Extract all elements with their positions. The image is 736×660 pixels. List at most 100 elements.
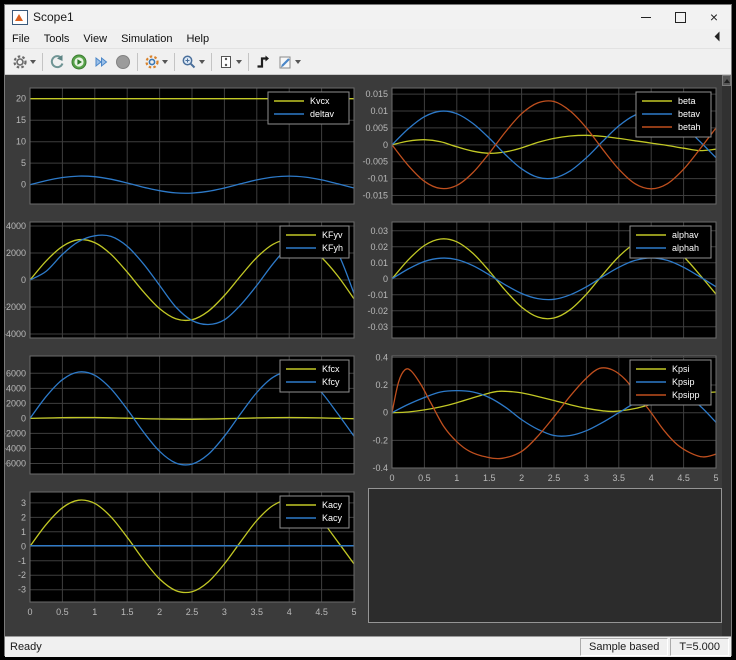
- minimize-icon: [641, 17, 651, 18]
- svg-text:-0.005: -0.005: [362, 157, 388, 167]
- plot-beta-betav-betah[interactable]: -0.015-0.01-0.00500.0050.010.015betabeta…: [361, 81, 723, 213]
- svg-text:2000: 2000: [6, 398, 26, 408]
- window-title: Scope1: [33, 10, 74, 24]
- svg-text:0: 0: [383, 274, 388, 284]
- svg-text:5: 5: [21, 158, 26, 168]
- pencil-pad-icon: [277, 54, 293, 70]
- zoom-button[interactable]: [178, 50, 208, 73]
- svg-text:4000: 4000: [6, 383, 26, 393]
- svg-text:Kacy: Kacy: [322, 500, 343, 510]
- canvas-scrollbar[interactable]: [722, 75, 731, 636]
- dock-arrow-icon[interactable]: [715, 32, 725, 42]
- svg-text:0: 0: [389, 473, 394, 483]
- dropdown-icon: [30, 60, 36, 64]
- svg-text:Kpsip: Kpsip: [672, 377, 695, 387]
- menu-tools[interactable]: Tools: [37, 29, 77, 48]
- svg-text:2.5: 2.5: [186, 607, 199, 617]
- svg-text:5: 5: [351, 607, 356, 617]
- trigger-step-icon: [255, 54, 271, 70]
- svg-text:3: 3: [584, 473, 589, 483]
- svg-text:1.5: 1.5: [483, 473, 496, 483]
- menu-simulation[interactable]: Simulation: [114, 29, 179, 48]
- empty-display-panel[interactable]: [368, 488, 722, 623]
- svg-text:0: 0: [27, 607, 32, 617]
- svg-text:3: 3: [21, 498, 26, 508]
- minimize-button[interactable]: [629, 5, 663, 29]
- plot-kvcx-deltav[interactable]: 05101520Kvcxdeltav: [5, 81, 363, 213]
- dropdown-icon: [295, 60, 301, 64]
- svg-text:0: 0: [383, 408, 388, 418]
- svg-text:4: 4: [287, 607, 292, 617]
- run-button[interactable]: [68, 50, 90, 73]
- svg-text:0.5: 0.5: [418, 473, 431, 483]
- svg-text:2: 2: [519, 473, 524, 483]
- svg-text:0.5: 0.5: [56, 607, 69, 617]
- plot-kacy[interactable]: -3-2-1012300.511.522.533.544.55KacyKacy: [5, 485, 363, 621]
- step-back-button[interactable]: [46, 50, 68, 73]
- scope-canvas: 05101520Kvcxdeltav -4000-2000020004000KF…: [5, 75, 731, 636]
- stop-icon: [115, 54, 131, 70]
- svg-text:Kfcy: Kfcy: [322, 377, 340, 387]
- svg-text:-0.03: -0.03: [367, 322, 388, 332]
- svg-text:6000: 6000: [6, 368, 26, 378]
- svg-text:4.5: 4.5: [677, 473, 690, 483]
- svg-text:-0.02: -0.02: [367, 306, 388, 316]
- svg-text:0.4: 0.4: [375, 352, 388, 362]
- plot-alphav-alphah[interactable]: -0.03-0.02-0.0100.010.020.03alphavalphah: [361, 215, 723, 347]
- svg-text:0.005: 0.005: [365, 123, 388, 133]
- svg-text:betah: betah: [678, 122, 701, 132]
- scale-axes-button[interactable]: [215, 50, 245, 73]
- step-forward-icon: [93, 54, 109, 70]
- simulink-parameters-button[interactable]: [141, 50, 171, 73]
- scope-window: Scope1 × File Tools View Simulation Help: [4, 4, 732, 656]
- status-mode: Sample based: [580, 638, 668, 656]
- scroll-up-button[interactable]: [722, 75, 731, 86]
- dropdown-icon: [162, 60, 168, 64]
- dropdown-icon: [236, 60, 242, 64]
- svg-text:deltav: deltav: [310, 109, 335, 119]
- svg-text:Kpsi: Kpsi: [672, 364, 690, 374]
- plot-kfcx-kfcy[interactable]: -6000-4000-20000200040006000KfcxKfcy: [5, 349, 363, 483]
- maximize-icon: [675, 12, 686, 23]
- toolbar: [5, 49, 731, 75]
- svg-text:1.5: 1.5: [121, 607, 134, 617]
- svg-text:KFyh: KFyh: [322, 243, 343, 253]
- menu-file[interactable]: File: [5, 29, 37, 48]
- svg-text:5: 5: [713, 473, 718, 483]
- settings-gear-button[interactable]: [9, 50, 39, 73]
- svg-text:-0.015: -0.015: [362, 191, 388, 201]
- svg-text:-6000: -6000: [5, 458, 26, 468]
- status-message: Ready: [5, 641, 580, 653]
- scroll-up-icon: [724, 79, 730, 83]
- svg-text:3.5: 3.5: [613, 473, 626, 483]
- simulink-gear-icon: [144, 54, 160, 70]
- stop-button[interactable]: [112, 50, 134, 73]
- close-button[interactable]: ×: [697, 5, 731, 29]
- scope-app-icon: [12, 10, 28, 25]
- svg-text:-0.2: -0.2: [372, 435, 388, 445]
- svg-text:Kpsipp: Kpsipp: [672, 390, 700, 400]
- step-forward-button[interactable]: [90, 50, 112, 73]
- svg-text:-4000: -4000: [5, 329, 26, 339]
- trigger-button[interactable]: [252, 50, 274, 73]
- svg-text:0.01: 0.01: [370, 258, 388, 268]
- svg-text:1: 1: [92, 607, 97, 617]
- maximize-button[interactable]: [663, 5, 697, 29]
- svg-text:15: 15: [16, 115, 26, 125]
- menu-help[interactable]: Help: [179, 29, 216, 48]
- svg-text:Kacy: Kacy: [322, 513, 343, 523]
- status-time: T=5.000: [670, 638, 729, 656]
- plot-kfyv-kfyh[interactable]: -4000-2000020004000KFyvKFyh: [5, 215, 363, 347]
- measurements-button[interactable]: [274, 50, 304, 73]
- scale-axes-icon: [218, 54, 234, 70]
- svg-text:-4000: -4000: [5, 443, 26, 453]
- status-bar: Ready Sample based T=5.000: [5, 636, 731, 657]
- svg-text:-3: -3: [18, 585, 26, 595]
- dropdown-icon: [199, 60, 205, 64]
- menu-view[interactable]: View: [76, 29, 114, 48]
- plot-kpsi-kpsip-kpsipp[interactable]: -0.4-0.200.20.400.511.522.533.544.55Kpsi…: [361, 349, 723, 485]
- close-icon: ×: [710, 9, 718, 25]
- svg-text:-0.4: -0.4: [372, 463, 388, 473]
- svg-text:alphav: alphav: [672, 230, 699, 240]
- magnifier-icon: [181, 54, 197, 70]
